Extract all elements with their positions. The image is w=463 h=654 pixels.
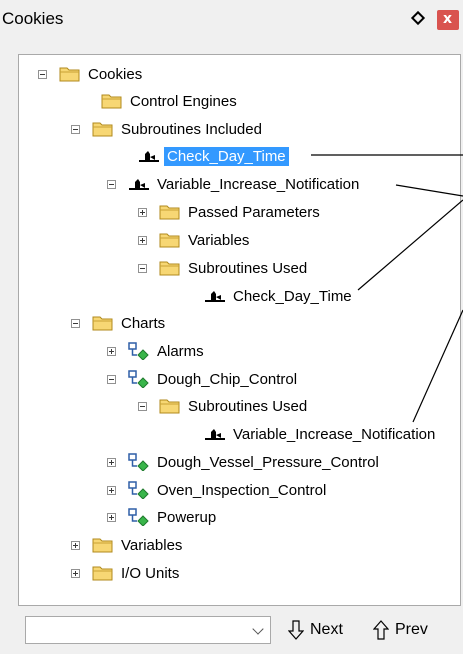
tree-node-label: Check_Day_Time <box>164 146 289 166</box>
expand-toggle-icon[interactable] <box>138 235 147 245</box>
tree-node[interactable]: Dough_Chip_Control <box>107 367 297 391</box>
expand-toggle-icon[interactable] <box>138 207 147 217</box>
collapse-toggle-icon[interactable] <box>71 124 80 134</box>
tree-node-label: Check_Day_Time <box>233 287 352 305</box>
tree-node[interactable]: Cookies <box>38 62 142 86</box>
tree-node[interactable]: Subroutines Included <box>71 117 262 141</box>
expand-toggle-icon[interactable] <box>107 512 116 522</box>
tree-node[interactable]: Subroutines Used <box>138 256 307 280</box>
tree-node[interactable]: Variables <box>71 533 182 557</box>
tree-node[interactable]: Alarms <box>107 339 204 363</box>
expand-toggle-icon[interactable] <box>107 457 116 467</box>
tree-node[interactable]: Variable_Increase_Notification <box>107 172 359 196</box>
folder-icon <box>159 399 180 414</box>
tree-node-label: Subroutines Used <box>188 259 308 277</box>
pin-icon[interactable] <box>410 10 426 26</box>
collapse-toggle-icon[interactable] <box>107 374 116 384</box>
tree-node-label: Subroutines Used <box>188 397 308 415</box>
folder-icon <box>92 538 113 553</box>
tree-node-label: Dough_Chip_Control <box>157 370 298 388</box>
next-button-label: Next <box>310 621 343 638</box>
tree-node-label: Cookies <box>88 65 143 83</box>
subroutine-icon <box>139 151 159 162</box>
subroutine-icon <box>205 291 225 302</box>
tree-node-label: I/O Units <box>121 564 180 582</box>
close-icon: x <box>443 11 453 27</box>
prev-button[interactable]: Prev <box>373 618 428 642</box>
collapse-toggle-icon[interactable] <box>71 318 80 328</box>
prev-button-label: Prev <box>395 621 428 638</box>
folder-icon <box>92 566 113 581</box>
folder-icon <box>59 67 80 82</box>
tree-node-label: Alarms <box>157 342 204 360</box>
tree-view[interactable]: Cookies Control Engines Subroutines Includ… <box>18 54 461 606</box>
tree-node[interactable]: Subroutines Used <box>138 394 307 418</box>
tree-node-label: Variables <box>188 231 250 249</box>
expand-toggle-icon[interactable] <box>71 540 80 550</box>
close-button[interactable]: x <box>437 10 459 30</box>
tree-node-label: Oven_Inspection_Control <box>157 481 327 499</box>
folder-icon <box>92 122 113 137</box>
tree-node-label: Passed Parameters <box>188 203 320 221</box>
expand-toggle-icon[interactable] <box>107 346 116 356</box>
collapse-toggle-icon[interactable] <box>138 263 147 273</box>
arrow-down-icon <box>288 620 304 640</box>
subroutine-icon <box>205 429 225 440</box>
chevron-down-icon[interactable] <box>252 623 264 635</box>
cookies-window: Cookies x Cookies Control Engines Subrouti… <box>0 0 463 654</box>
tree-node-label: Variable_Increase_Notification <box>233 425 436 443</box>
tree-node[interactable]: Control Engines <box>80 89 237 113</box>
tree-node[interactable]: Dough_Vessel_Pressure_Control <box>107 450 379 474</box>
chart-icon <box>128 508 149 526</box>
chart-icon <box>128 370 149 388</box>
collapse-toggle-icon[interactable] <box>107 179 116 189</box>
tree-node[interactable]: Charts <box>71 311 165 335</box>
tree-node-label: Subroutines Included <box>121 120 262 138</box>
next-button[interactable]: Next <box>288 618 343 642</box>
tree-node-label: Charts <box>121 314 166 332</box>
tree-node[interactable]: Check_Day_Time <box>183 284 352 308</box>
tree-node[interactable]: Passed Parameters <box>138 200 320 224</box>
collapse-toggle-icon[interactable] <box>38 69 47 79</box>
bottom-toolbar: Next Prev <box>0 608 463 654</box>
folder-icon <box>159 261 180 276</box>
chart-icon <box>128 481 149 499</box>
folder-icon <box>159 233 180 248</box>
folder-icon <box>159 205 180 220</box>
tree-node-label: Dough_Vessel_Pressure_Control <box>157 453 379 471</box>
tree-node-label: Control Engines <box>130 92 237 110</box>
tree-node-label: Powerup <box>157 508 217 526</box>
tree-node[interactable]: Check_Day_Time <box>117 144 289 168</box>
title-bar: Cookies x <box>0 0 463 40</box>
expand-toggle-icon[interactable] <box>107 485 116 495</box>
chart-icon <box>128 453 149 471</box>
tree-node[interactable]: Powerup <box>107 505 216 529</box>
tree-node-label: Variable_Increase_Notification <box>157 175 360 193</box>
folder-icon <box>101 94 122 109</box>
tree-node[interactable]: Oven_Inspection_Control <box>107 478 326 502</box>
window-title: Cookies <box>2 9 64 28</box>
folder-icon <box>92 316 113 331</box>
arrow-up-icon <box>373 620 389 640</box>
search-combobox[interactable] <box>25 616 271 644</box>
tree-node[interactable]: I/O Units <box>71 561 179 585</box>
tree-node[interactable]: Variables <box>138 228 249 252</box>
expand-toggle-icon[interactable] <box>71 568 80 578</box>
subroutine-icon <box>129 179 149 190</box>
collapse-toggle-icon[interactable] <box>138 401 147 411</box>
chart-icon <box>128 342 149 360</box>
tree-node[interactable]: Variable_Increase_Notification <box>183 422 435 446</box>
tree-node-label: Variables <box>121 536 183 554</box>
